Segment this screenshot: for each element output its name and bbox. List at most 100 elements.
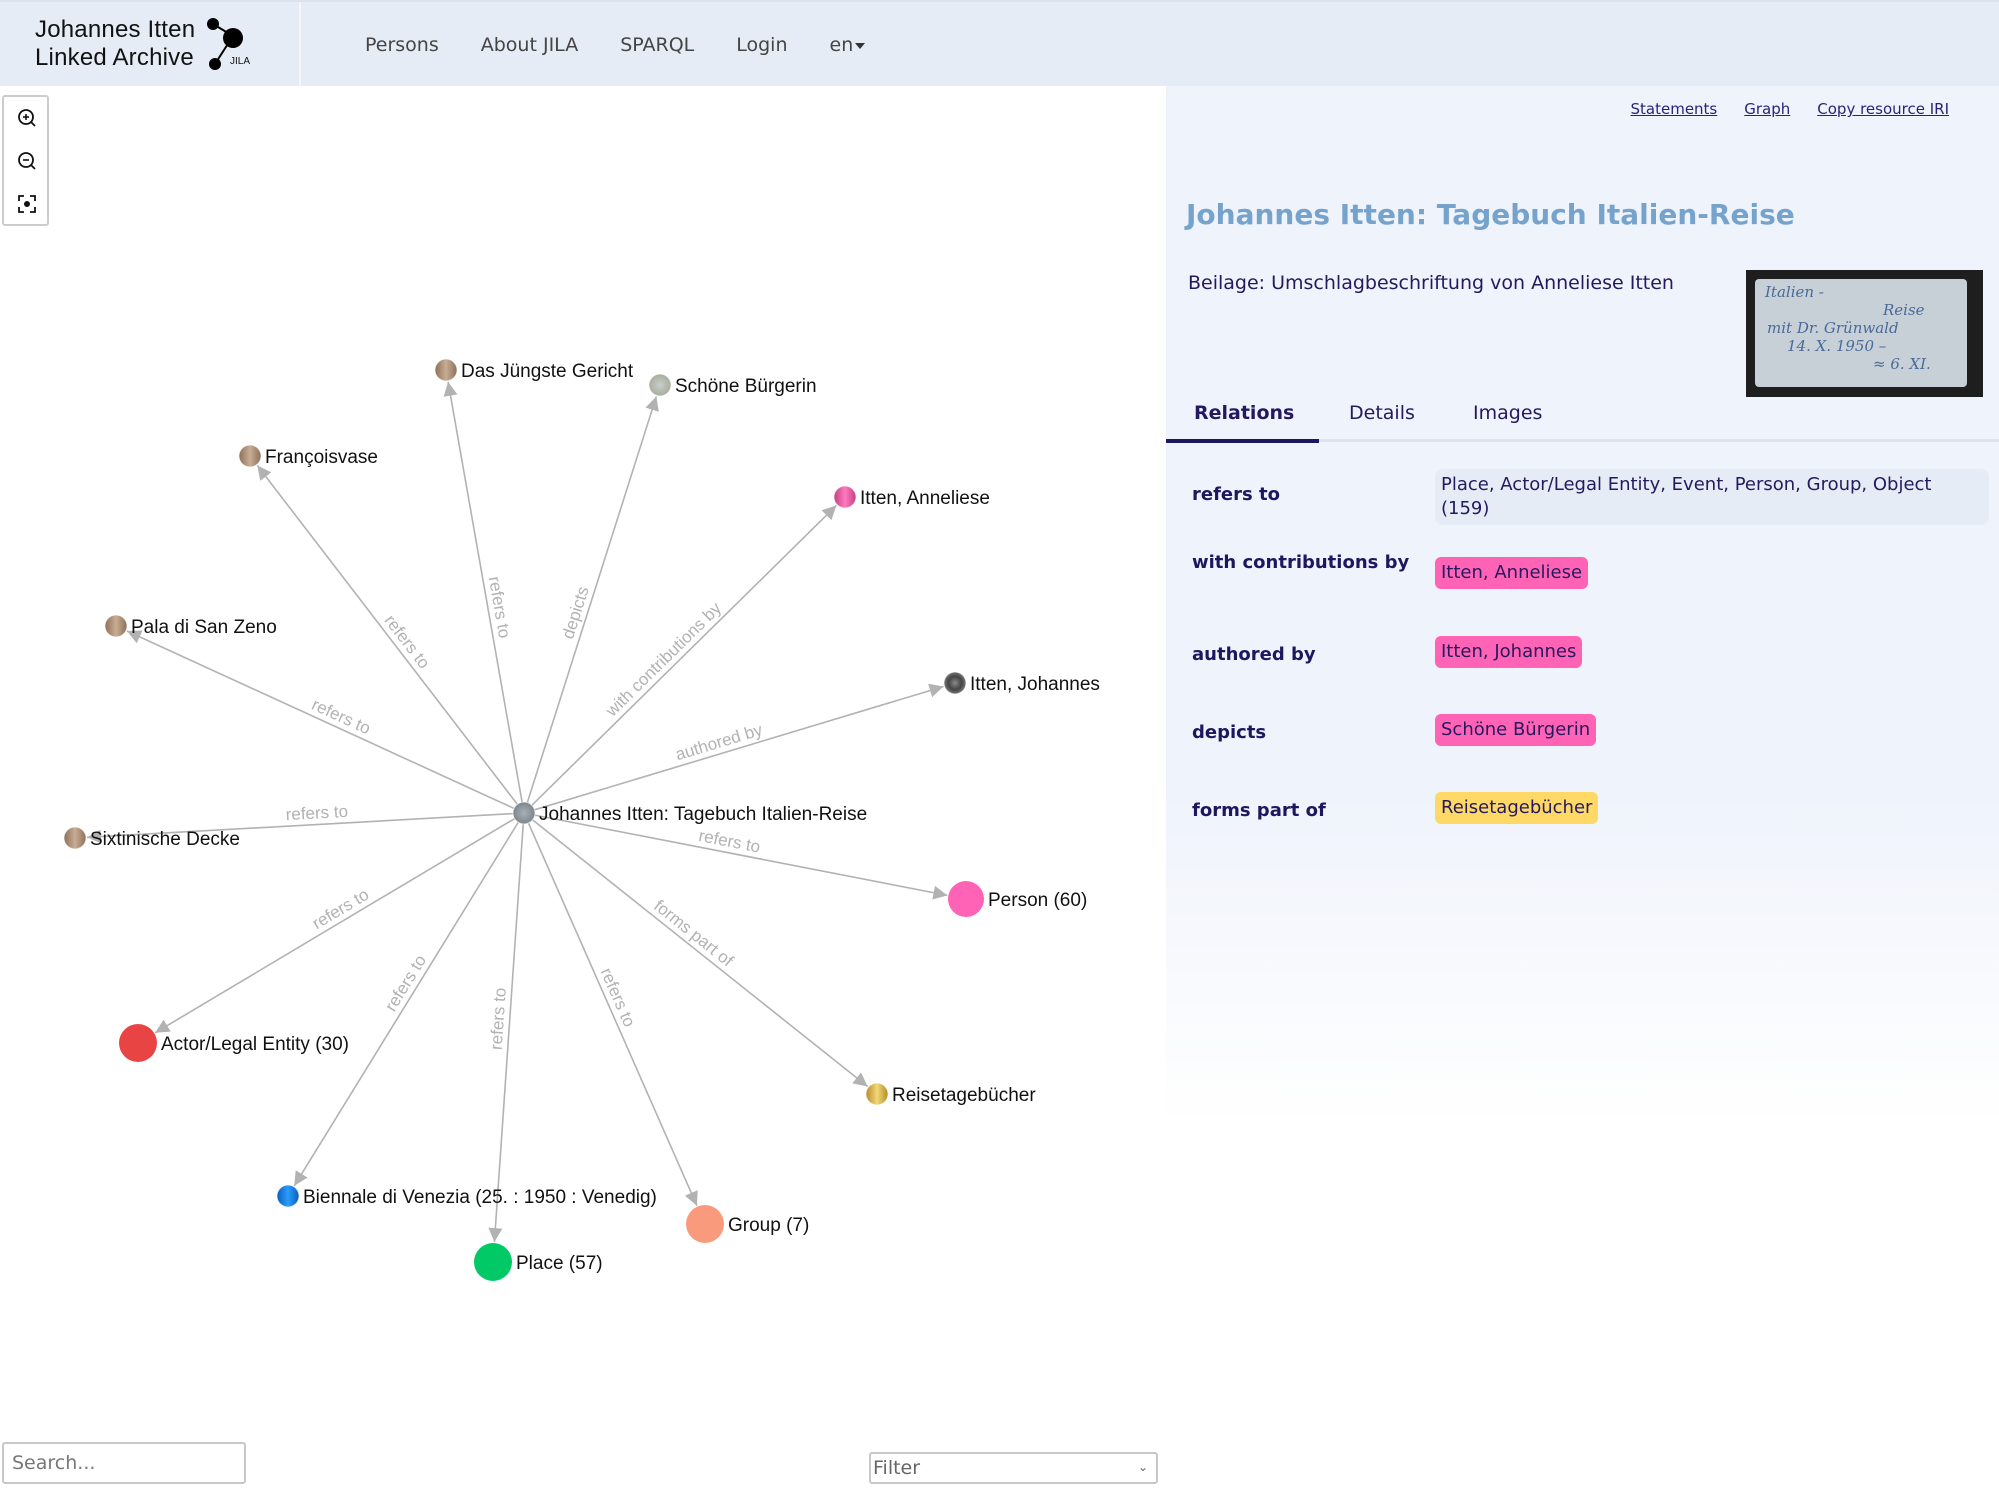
graph-node[interactable]: Sixtinische Decke [63, 826, 240, 850]
resource-panel: Statements Graph Copy resource IRI Johan… [1166, 86, 1999, 1126]
edge-label: refers to [485, 575, 515, 640]
graph-filter-select[interactable]: Filter ⌄ [869, 1452, 1158, 1484]
tab-images[interactable]: Images [1473, 402, 1542, 424]
graph-node[interactable]: Person (60) [948, 881, 1087, 917]
resource-thumbnail[interactable]: Italien - Reise mit Dr. Grünwald 14. X. … [1746, 270, 1983, 397]
active-tab-indicator [1166, 439, 1319, 443]
graph-edge[interactable] [154, 817, 515, 1034]
language-dropdown[interactable]: en [830, 34, 866, 56]
node-label[interactable]: Itten, Johannes [970, 674, 1100, 695]
node-circle[interactable] [276, 1184, 300, 1208]
edge-label: refers to [597, 965, 640, 1030]
nav-sparql[interactable]: SPARQL [620, 34, 694, 56]
node-circle[interactable] [648, 373, 672, 397]
logo-text: Johannes Itten Linked Archive [35, 16, 195, 72]
zoom-in-icon[interactable] [16, 107, 38, 129]
node-label[interactable]: Group (7) [728, 1215, 809, 1236]
node-label[interactable]: Johannes Itten: Tagebuch Italien-Reise [539, 804, 867, 825]
relation-chip[interactable]: Reisetagebücher [1435, 792, 1599, 824]
node-circle[interactable] [833, 485, 857, 509]
statements-link[interactable]: Statements [1631, 100, 1718, 118]
graph-edge[interactable] [126, 630, 515, 810]
graph-canvas[interactable]: refers to depicts refers to with contributi… [0, 86, 1166, 1498]
edge-label: forms part of [650, 896, 737, 970]
node-circle[interactable] [474, 1243, 512, 1281]
chevron-down-icon: ⌄ [1137, 1460, 1148, 1474]
graph-svg[interactable]: refers to depictsrefers to with contributi… [0, 86, 1166, 1498]
zoom-out-icon[interactable] [16, 150, 38, 172]
node-label[interactable]: Itten, Anneliese [860, 488, 990, 509]
node-circle[interactable] [512, 801, 536, 825]
node-label[interactable]: Biennale di Venezia (25. : 1950 : Venedi… [303, 1187, 657, 1208]
node-label[interactable]: Place (57) [516, 1253, 603, 1274]
node-label[interactable]: Das Jüngste Gericht [461, 361, 634, 382]
relation-label: depicts [1192, 722, 1267, 743]
edge-label: authored by [673, 720, 765, 764]
graph-node[interactable]: Reisetagebücher [865, 1082, 1036, 1106]
graph-edge[interactable] [534, 814, 948, 900]
graph-node[interactable]: Schöne Bürgerin [648, 373, 817, 397]
panel-tabs: Relations Details Images [1166, 402, 1999, 443]
graph-node[interactable]: Françoisvase [238, 444, 378, 468]
tab-details[interactable]: Details [1349, 402, 1415, 424]
node-circle[interactable] [119, 1024, 157, 1062]
node-circle[interactable] [238, 444, 262, 468]
graph-edge[interactable] [527, 822, 698, 1207]
graph-node[interactable]: Itten, Anneliese [833, 485, 990, 509]
relation-chip[interactable]: Schöne Bürgerin [1435, 714, 1597, 746]
relation-summary[interactable]: Place, Actor/Legal Entity, Event, Person… [1435, 469, 1989, 525]
nav-login[interactable]: Login [736, 34, 787, 56]
graph-node[interactable]: Pala di San Zeno [104, 614, 277, 638]
tab-relations[interactable]: Relations [1194, 402, 1294, 424]
top-navbar: Johannes Itten Linked Archive JILA Perso… [0, 0, 1999, 88]
graph-node-center[interactable]: Johannes Itten: Tagebuch Italien-Reise [512, 801, 867, 825]
nav-about[interactable]: About JILA [481, 34, 578, 56]
resource-description: Beilage: Umschlagbeschriftung von Anneli… [1188, 272, 1674, 294]
node-label[interactable]: Sixtinische Decke [90, 829, 240, 850]
node-circle[interactable] [943, 671, 967, 695]
graph-node[interactable]: Itten, Johannes [943, 671, 1100, 695]
logo[interactable]: Johannes Itten Linked Archive JILA [0, 2, 301, 88]
graph-edge[interactable] [443, 381, 523, 803]
node-circle[interactable] [104, 614, 128, 638]
node-label[interactable]: Schöne Bürgerin [675, 376, 817, 397]
fit-view-icon[interactable] [16, 193, 38, 215]
node-circle[interactable] [865, 1082, 889, 1106]
relation-label: authored by [1192, 644, 1316, 665]
node-circle[interactable] [434, 358, 458, 382]
node-label[interactable]: Person (60) [988, 890, 1087, 911]
graph-link[interactable]: Graph [1744, 100, 1790, 118]
node-label[interactable]: Françoisvase [265, 447, 378, 468]
resource-title: Johannes Itten: Tagebuch Italien-Reise [1186, 198, 1795, 231]
nav-persons[interactable]: Persons [365, 34, 439, 56]
node-label[interactable]: Reisetagebücher [892, 1085, 1036, 1106]
panel-links: Statements Graph Copy resource IRI [1631, 100, 1950, 118]
node-circle[interactable] [948, 881, 984, 917]
copy-iri-link[interactable]: Copy resource IRI [1817, 100, 1949, 118]
zoom-controls [2, 95, 49, 226]
graph-node[interactable]: Place (57) [474, 1243, 603, 1281]
graph-edge[interactable] [526, 396, 659, 803]
node-label[interactable]: Actor/Legal Entity (30) [161, 1034, 349, 1055]
node-label[interactable]: Pala di San Zeno [131, 617, 277, 638]
relation-chip[interactable]: Itten, Johannes [1435, 636, 1583, 668]
logo-badge: JILA [230, 56, 251, 67]
node-circle[interactable] [686, 1205, 724, 1243]
relation-chip[interactable]: Itten, Anneliese [1435, 557, 1589, 589]
thumbnail-handwriting: Italien - Reise mit Dr. Grünwald 14. X. … [1755, 279, 1967, 387]
graph-search-input[interactable] [2, 1442, 246, 1484]
main-nav: Persons About JILA SPARQL Login en [365, 2, 907, 88]
graph-node[interactable]: Actor/Legal Entity (30) [119, 1024, 349, 1062]
graph-edge[interactable] [256, 465, 518, 805]
thumbnail-line: Reise [1883, 301, 1925, 319]
graph-node[interactable]: Group (7) [686, 1205, 809, 1243]
node-circle[interactable] [63, 826, 87, 850]
graph-edge[interactable] [532, 819, 869, 1088]
filter-selected-value: Filter [873, 1457, 921, 1479]
graph-node[interactable]: Das Jüngste Gericht [434, 358, 634, 382]
thumbnail-line: mit Dr. Grünwald [1767, 319, 1899, 337]
thumbnail-line: ≈ 6. XI. [1873, 355, 1931, 373]
graph-node[interactable]: Biennale di Venezia (25. : 1950 : Venedi… [276, 1184, 657, 1208]
graph-edge[interactable] [293, 821, 519, 1187]
graph-edge[interactable] [534, 683, 944, 811]
